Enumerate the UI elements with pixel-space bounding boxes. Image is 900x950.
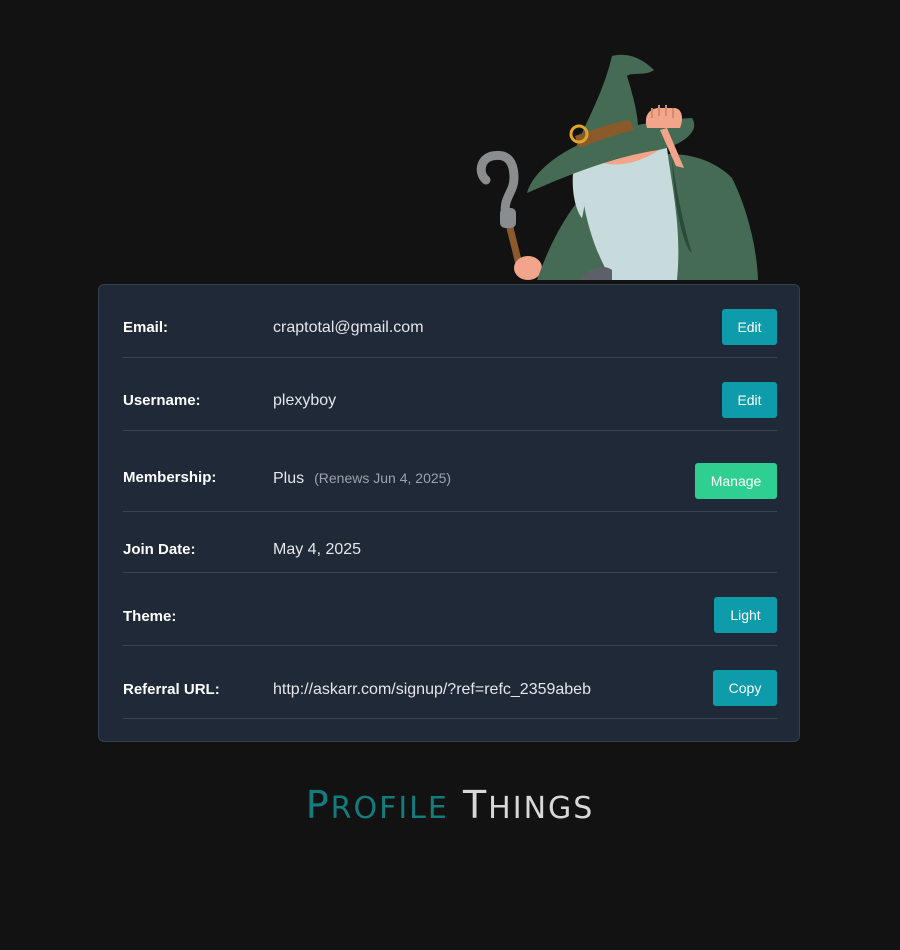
referral-label: Referral URL: xyxy=(123,681,220,698)
email-row: Email: craptotal@gmail.com Edit xyxy=(123,285,777,358)
profile-card: Email: craptotal@gmail.com Edit Username… xyxy=(98,284,800,742)
footer-wordmark: PROFILE THINGS xyxy=(0,780,900,834)
membership-label: Membership: xyxy=(123,469,217,486)
join-date-label: Join Date: xyxy=(123,541,196,558)
membership-row: Membership: Plus (Renews Jun 4, 2025) Man… xyxy=(123,431,777,512)
profile-page: Email: craptotal@gmail.com Edit Username… xyxy=(0,0,900,950)
theme-toggle-button[interactable]: Light xyxy=(714,597,777,633)
edit-email-button[interactable]: Edit xyxy=(722,309,777,345)
footer-word-things: THINGS xyxy=(462,783,595,827)
join-date-value: May 4, 2025 xyxy=(273,541,362,558)
wizard-mascot-icon xyxy=(476,54,758,280)
copy-referral-button[interactable]: Copy xyxy=(713,670,777,706)
membership-renewal-note: (Renews Jun 4, 2025) xyxy=(314,470,452,486)
username-label: Username: xyxy=(123,392,201,409)
manage-membership-button[interactable]: Manage xyxy=(695,463,777,499)
email-label: Email: xyxy=(123,319,169,336)
referral-url-value: http://askarr.com/signup/?ref=refc_2359a… xyxy=(273,681,591,698)
theme-row: Theme: Light xyxy=(123,573,777,646)
username-value: plexyboy xyxy=(273,392,337,409)
edit-username-button[interactable]: Edit xyxy=(722,382,777,418)
email-value: craptotal@gmail.com xyxy=(273,319,424,336)
membership-plan: Plus xyxy=(273,470,305,487)
footer-word-profile: PROFILE xyxy=(305,783,449,827)
username-row: Username: plexyboy Edit xyxy=(123,358,777,431)
referral-row: Referral URL: http://askarr.com/signup/?… xyxy=(123,646,777,719)
theme-label: Theme: xyxy=(123,608,177,625)
join-date-row: Join Date: May 4, 2025 xyxy=(123,512,777,573)
membership-value: Plus (Renews Jun 4, 2025) xyxy=(273,469,451,488)
